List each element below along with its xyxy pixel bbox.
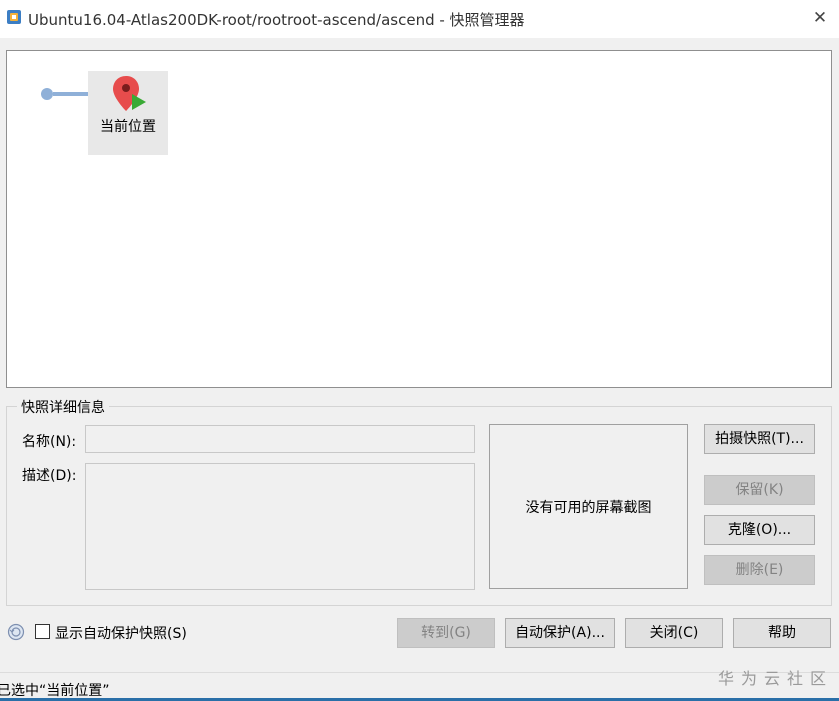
goto-button[interactable]: 转到(G): [397, 618, 495, 648]
status-text: 已选中“当前位置”: [0, 683, 110, 699]
screenshot-placeholder-text: 没有可用的屏幕截图: [525, 499, 652, 516]
vmware-icon: [7, 10, 21, 24]
window-close-button[interactable]: ✕: [808, 6, 832, 30]
snapshot-history-icon: [7, 623, 25, 641]
title-bar: Ubuntu16.04-Atlas200DK-root/rootroot-asc…: [0, 0, 839, 38]
root-node-dot: [41, 88, 53, 100]
delete-button[interactable]: 删除(E): [704, 555, 815, 585]
watermark-text: 华为云社区: [718, 669, 834, 688]
screenshot-preview: 没有可用的屏幕截图: [489, 424, 688, 589]
snapshot-details-legend: 快照详细信息: [17, 397, 109, 417]
clone-button[interactable]: 克隆(O)...: [704, 515, 815, 545]
status-bar: 已选中“当前位置”: [0, 672, 839, 701]
autoprotect-button[interactable]: 自动保护(A)...: [505, 618, 615, 648]
help-button[interactable]: 帮助: [733, 618, 831, 648]
keep-button[interactable]: 保留(K): [704, 475, 815, 505]
current-position-label: 当前位置: [100, 119, 156, 135]
current-position-node[interactable]: 当前位置: [88, 71, 168, 155]
map-pin-play-icon: [113, 76, 146, 111]
close-button[interactable]: 关闭(C): [625, 618, 723, 648]
show-autoprotect-label[interactable]: 显示自动保护快照(S): [55, 623, 187, 643]
show-autoprotect-checkbox[interactable]: [35, 624, 50, 639]
name-label: 名称(N):: [22, 434, 77, 450]
window-title: Ubuntu16.04-Atlas200DK-root/rootroot-asc…: [28, 11, 525, 29]
description-field[interactable]: [85, 463, 475, 590]
take-snapshot-button[interactable]: 拍摄快照(T)...: [704, 424, 815, 454]
name-field[interactable]: [85, 425, 475, 453]
snapshot-tree[interactable]: 当前位置: [6, 50, 832, 388]
description-label: 描述(D):: [22, 468, 77, 484]
